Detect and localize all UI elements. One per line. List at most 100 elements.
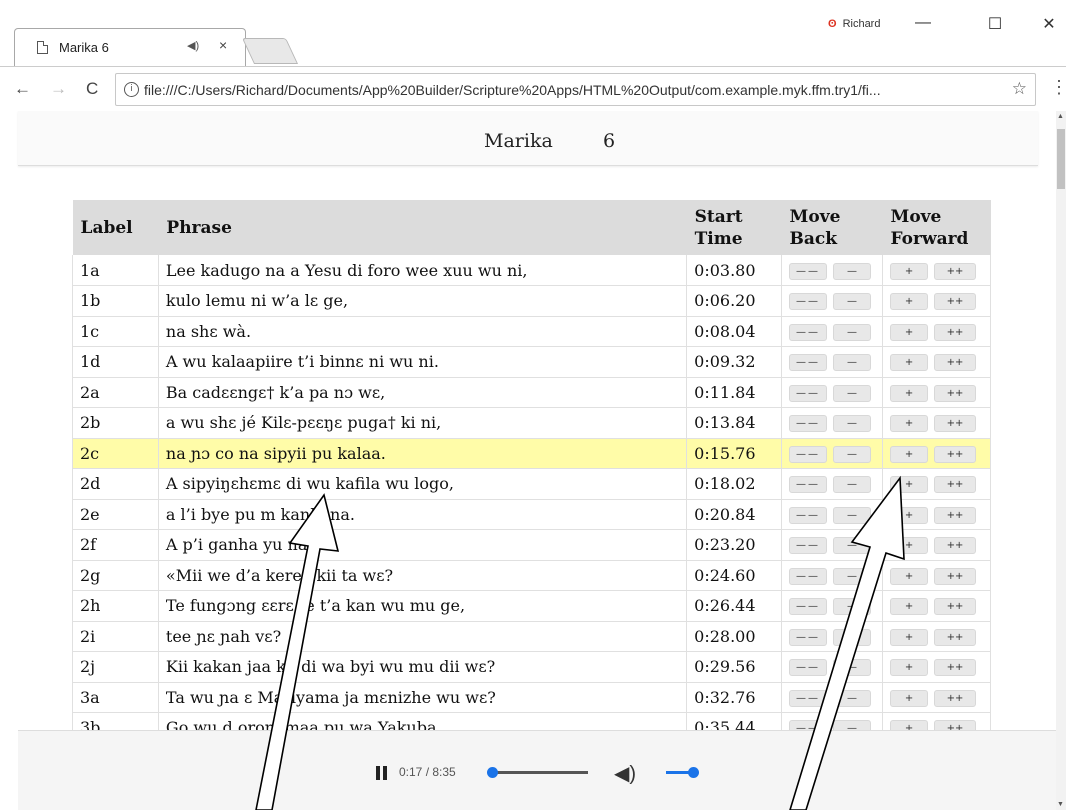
table-row[interactable]: 1a Lee kadugo na a Yesu di foro wee xuu w…	[72, 255, 991, 286]
move-forward-big-button[interactable]: ++	[934, 415, 977, 433]
seek-knob[interactable]	[487, 767, 499, 778]
audio-playing-icon[interactable]: ◀)	[187, 39, 199, 52]
move-forward-small-button[interactable]: +	[890, 598, 929, 616]
move-back-big-button[interactable]: ——	[789, 445, 828, 463]
scroll-up-icon[interactable]: ▲	[1057, 113, 1064, 120]
table-row[interactable]: 2h Te fungɔng ɛɛrɛ te t’a kan wu mu ge, 0:…	[72, 590, 991, 622]
move-back-small-button[interactable]: —	[833, 506, 872, 524]
move-forward-big-button[interactable]: ++	[934, 293, 977, 311]
move-forward-small-button[interactable]: +	[890, 689, 929, 707]
bookmark-star-icon[interactable]: ☆	[1012, 79, 1027, 99]
volume-slider[interactable]	[666, 767, 699, 778]
table-row[interactable]: 2c na ɲɔ co na sipyii pu kalaa. 0:15.76 —— —…	[72, 438, 991, 469]
volume-knob[interactable]	[688, 767, 699, 778]
move-forward-big-button[interactable]: ++	[934, 262, 977, 280]
move-forward-small-button[interactable]: +	[890, 262, 929, 280]
move-back-big-button[interactable]: ——	[789, 415, 828, 433]
move-forward-big-button[interactable]: ++	[934, 506, 977, 524]
move-forward-big-button[interactable]: ++	[934, 659, 977, 677]
scrollbar-thumb[interactable]	[1057, 129, 1065, 189]
move-back-small-button[interactable]: —	[833, 689, 872, 707]
table-row[interactable]: 1b kulo lemu ni w’a lɛ ge, 0:06.20 —— — + ++	[72, 285, 991, 317]
table-row[interactable]: 2g «Mii we d’a keree kii ta wɛ? 0:24.60 —— —…	[72, 560, 991, 591]
move-back-small-button[interactable]: —	[833, 445, 872, 463]
move-forward-big-button[interactable]: ++	[934, 384, 977, 402]
profile-button[interactable]: ʘ Richard	[828, 18, 880, 30]
table-row[interactable]: 2j Kii kakan jaa kii di wa byi wu mu dii …	[72, 651, 991, 683]
maximize-button[interactable]: ☐	[980, 14, 1010, 34]
move-forward-small-button[interactable]: +	[890, 323, 929, 341]
move-forward-big-button[interactable]: ++	[934, 445, 977, 463]
move-forward-small-button[interactable]: +	[890, 506, 929, 524]
move-back-big-button[interactable]: ——	[789, 689, 828, 707]
table-row[interactable]: 2f A p’i ganha yu na: 0:23.20 —— — + ++	[72, 529, 991, 561]
browser-tab[interactable]: Marika 6 ◀) ×	[14, 28, 246, 66]
move-back-big-button[interactable]: ——	[789, 598, 828, 616]
move-back-small-button[interactable]: —	[833, 415, 872, 433]
minimize-button[interactable]: —	[908, 14, 938, 32]
move-forward-big-button[interactable]: ++	[934, 476, 977, 494]
move-back-small-button[interactable]: —	[833, 354, 872, 372]
move-back-big-button[interactable]: ——	[789, 476, 828, 494]
move-back-big-button[interactable]: ——	[789, 384, 828, 402]
move-forward-small-button[interactable]: +	[890, 567, 929, 585]
move-back-big-button[interactable]: ——	[789, 262, 828, 280]
table-row[interactable]: 2a Ba cadɛɛngɛ† k’a pa nɔ wɛ, 0:11.84 —— — + +…	[72, 377, 991, 408]
volume-icon[interactable]: ◀︎)	[614, 761, 636, 786]
move-back-small-button[interactable]: —	[833, 293, 872, 311]
move-forward-big-button[interactable]: ++	[934, 628, 977, 646]
move-back-small-button[interactable]: —	[833, 323, 872, 341]
move-back-big-button[interactable]: ——	[789, 628, 828, 646]
move-forward-small-button[interactable]: +	[890, 354, 929, 372]
move-back-small-button[interactable]: —	[833, 628, 872, 646]
move-forward-big-button[interactable]: ++	[934, 689, 977, 707]
seek-slider[interactable]	[487, 767, 588, 778]
move-back-big-button[interactable]: ——	[789, 354, 828, 372]
close-window-button[interactable]: ✕	[1034, 14, 1064, 34]
table-row[interactable]: 1d A wu kalaapiire t’i binnɛ ni wu ni. 0:0…	[72, 346, 991, 378]
table-row[interactable]: 2d A sipyiŋɛhɛmɛ di wu kafila wu logo, 0:1…	[72, 468, 991, 500]
move-forward-small-button[interactable]: +	[890, 659, 929, 677]
url-text[interactable]: file:///C:/Users/Richard/Documents/App%2…	[144, 82, 1004, 98]
move-forward-big-button[interactable]: ++	[934, 537, 977, 555]
move-back-small-button[interactable]: —	[833, 476, 872, 494]
info-icon[interactable]: i	[124, 82, 139, 97]
tab-close-icon[interactable]: ×	[219, 37, 227, 53]
table-row[interactable]: 2i tee ɲɛ ɲah vɛ? 0:28.00 —— — + ++	[72, 621, 991, 652]
move-back-big-button[interactable]: ——	[789, 323, 828, 341]
move-forward-big-button[interactable]: ++	[934, 598, 977, 616]
move-forward-small-button[interactable]: +	[890, 384, 929, 402]
table-row[interactable]: 3a Ta wu ɲa ɛ Mariyama ja mɛnizhe wu wɛ? 0…	[72, 682, 991, 713]
move-back-small-button[interactable]: —	[833, 384, 872, 402]
pause-icon[interactable]	[376, 766, 388, 780]
move-forward-small-button[interactable]: +	[890, 415, 929, 433]
move-forward-big-button[interactable]: ++	[934, 567, 977, 585]
move-back-big-button[interactable]: ——	[789, 293, 828, 311]
move-back-big-button[interactable]: ——	[789, 506, 828, 524]
move-forward-small-button[interactable]: +	[890, 293, 929, 311]
table-row[interactable]: 2b a wu shɛ jé Kilɛ-pɛɛŋɛ puga† ki ni, 0:1…	[72, 407, 991, 439]
table-row[interactable]: 1c na shɛ wà. 0:08.04 —— — + ++	[72, 316, 991, 347]
move-forward-small-button[interactable]: +	[890, 537, 929, 555]
scroll-down-icon[interactable]: ▼	[1057, 801, 1064, 808]
move-back-small-button[interactable]: —	[833, 262, 872, 280]
move-back-big-button[interactable]: ——	[789, 659, 828, 677]
page-scrollbar[interactable]: ▲ ▼	[1056, 111, 1066, 810]
back-arrow-icon[interactable]: ←	[14, 79, 31, 99]
move-back-big-button[interactable]: ——	[789, 537, 828, 555]
move-back-big-button[interactable]: ——	[789, 567, 828, 585]
move-forward-small-button[interactable]: +	[890, 628, 929, 646]
browser-menu-icon[interactable]: ⋮	[1050, 77, 1066, 98]
move-forward-big-button[interactable]: ++	[934, 323, 977, 341]
move-forward-small-button[interactable]: +	[890, 445, 929, 463]
move-back-small-button[interactable]: —	[833, 537, 872, 555]
forward-arrow-icon[interactable]: →	[50, 79, 67, 99]
move-back-small-button[interactable]: —	[833, 598, 872, 616]
reload-icon[interactable]: C	[86, 79, 98, 99]
move-back-small-button[interactable]: —	[833, 659, 872, 677]
move-forward-small-button[interactable]: +	[890, 476, 929, 494]
move-back-small-button[interactable]: —	[833, 567, 872, 585]
move-forward-big-button[interactable]: ++	[934, 354, 977, 372]
address-bar[interactable]: i file:///C:/Users/Richard/Documents/App…	[115, 73, 1036, 106]
new-tab-button[interactable]	[241, 38, 299, 64]
